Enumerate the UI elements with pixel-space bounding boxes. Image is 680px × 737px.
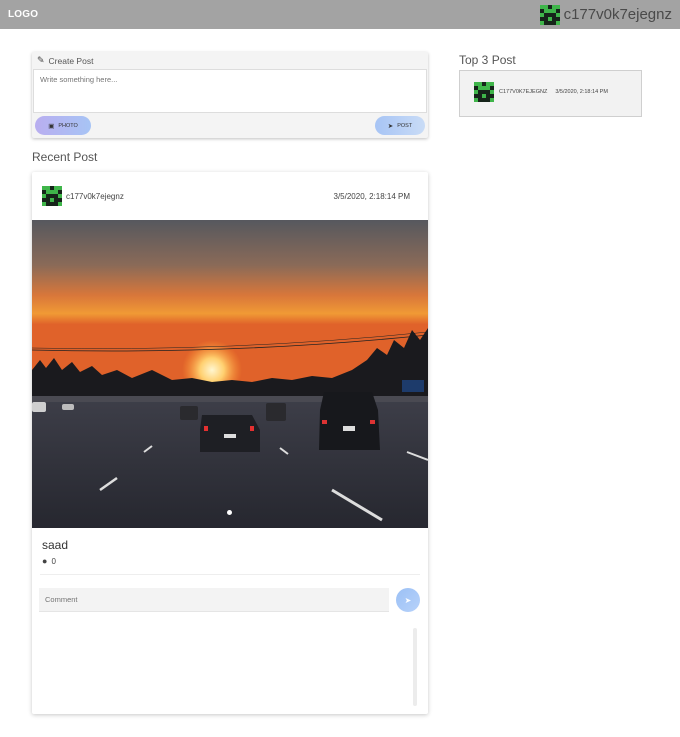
divider [40, 574, 420, 575]
top3-list: C177V0K7EJEGNZ 3/5/2020, 2:18:14 PM [459, 70, 642, 117]
photo-button-label: PHOTO [58, 122, 78, 129]
avatar [539, 4, 560, 25]
post-timestamp: 3/5/2020, 2:18:14 PM [333, 191, 411, 201]
list-item[interactable]: C177V0K7EJEGNZ 3/5/2020, 2:18:14 PM [474, 82, 608, 102]
post-image[interactable] [32, 220, 428, 528]
send-icon: ➤ [404, 595, 412, 605]
carousel-dot[interactable] [227, 510, 232, 515]
create-post-header: ✎ Create Post [32, 52, 428, 69]
top3-date: 3/5/2020, 2:18:14 PM [555, 89, 608, 95]
comment-count-value: 0 [51, 556, 56, 566]
header-username: c177v0k7ejegnz [563, 6, 672, 23]
top3-title: Top 3 Post [459, 53, 516, 67]
send-icon: ➤ [387, 122, 394, 130]
logo[interactable]: LOGO [8, 9, 38, 20]
avatar [474, 82, 494, 102]
top-bar: LOGO c177v0k7ejegnz [0, 0, 680, 29]
comment-input[interactable] [39, 588, 389, 612]
send-comment-button[interactable]: ➤ [396, 588, 420, 612]
post-button-label: POST [397, 122, 413, 129]
post-caption: saad [42, 538, 69, 552]
post-header: c177v0k7ejegnz 3/5/2020, 2:18:14 PM [32, 172, 428, 220]
top3-username: C177V0K7EJEGNZ [499, 89, 548, 95]
post-card: c177v0k7ejegnz 3/5/2020, 2:18:14 PM saad… [32, 172, 428, 714]
post-button[interactable]: ➤ POST [375, 116, 425, 135]
user-menu[interactable]: c177v0k7ejegnz [539, 4, 672, 25]
photo-button[interactable]: ▣ PHOTO [35, 116, 91, 135]
image-icon: ▣ [48, 122, 55, 130]
comment-bubble-icon: ● [42, 556, 48, 566]
comment-count[interactable]: ● 0 [42, 556, 56, 566]
comments-scrollbar[interactable] [413, 628, 417, 706]
pencil-icon: ✎ [37, 55, 45, 65]
post-username[interactable]: c177v0k7ejegnz [66, 192, 124, 201]
create-post-card: ✎ Create Post ▣ PHOTO ➤ POST [32, 52, 428, 138]
recent-post-title: Recent Post [32, 150, 98, 164]
create-post-title: Create Post [48, 55, 94, 66]
post-text-input[interactable] [33, 69, 427, 113]
post-avatar[interactable] [42, 186, 62, 206]
